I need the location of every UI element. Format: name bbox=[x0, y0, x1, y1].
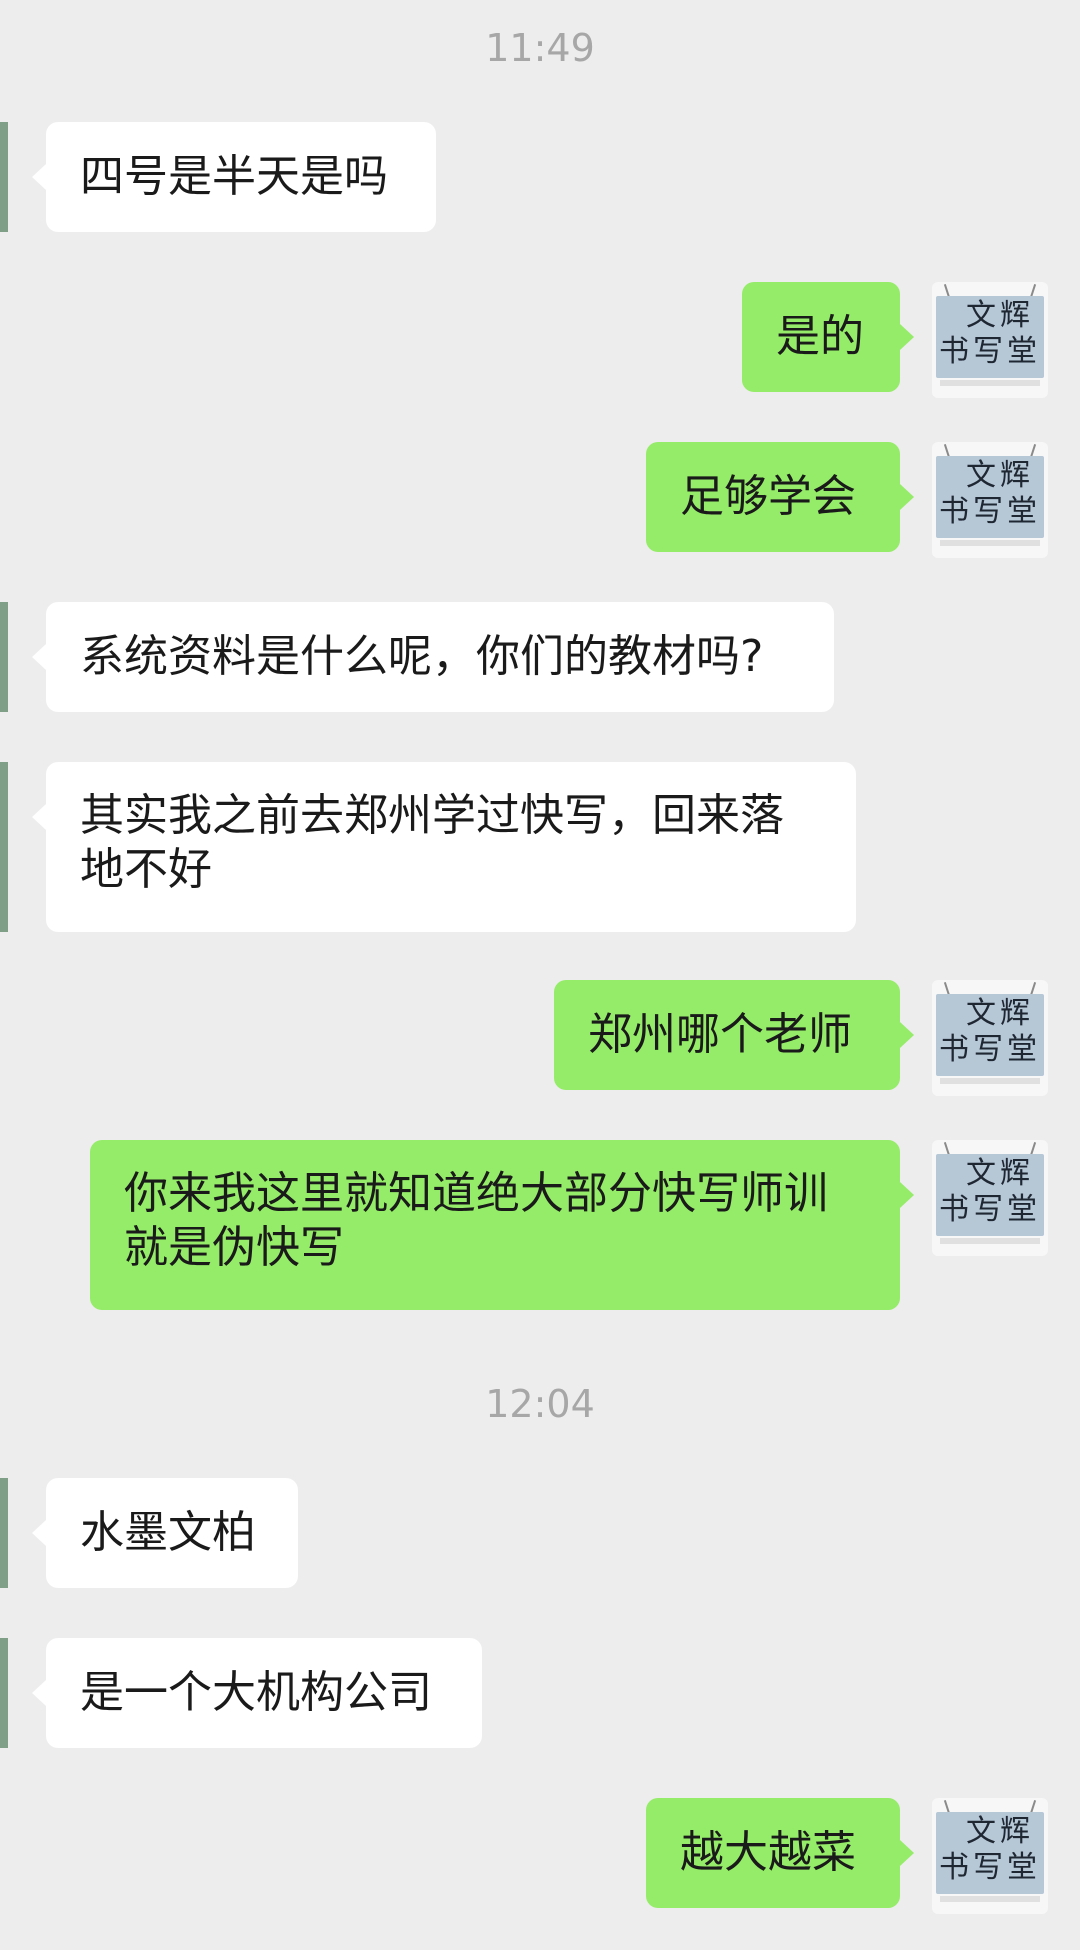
avatar-text-line1: 文辉 bbox=[966, 1156, 1034, 1191]
avatar-text-line1: 文辉 bbox=[966, 996, 1034, 1031]
avatar-stand bbox=[940, 1896, 1040, 1902]
message-bubble-outgoing[interactable]: 越大越菜 bbox=[646, 1798, 914, 1908]
message-bubble-outgoing[interactable]: 郑州哪个老师 bbox=[554, 980, 914, 1090]
avatar-text-line2: 书写堂 bbox=[939, 1032, 1041, 1067]
edge-strip bbox=[0, 122, 8, 232]
message-bubble-incoming[interactable]: 系统资料是什么呢，你们的教材吗? bbox=[32, 602, 834, 712]
avatar-text-line2: 书写堂 bbox=[939, 494, 1041, 529]
avatar[interactable]: 文辉 书写堂 bbox=[932, 282, 1048, 398]
edge-strip bbox=[0, 762, 8, 932]
avatar-stand bbox=[940, 1238, 1040, 1244]
avatar[interactable]: 文辉 书写堂 bbox=[932, 1140, 1048, 1256]
timestamp: 11:49 bbox=[485, 26, 595, 70]
chat-message-list[interactable]: 11:49 四号是半天是吗 是的 文辉 书写堂 足够学会 文辉 书写堂 系统资料… bbox=[0, 0, 1080, 1950]
avatar-text-line1: 文辉 bbox=[966, 298, 1034, 333]
message-bubble-outgoing[interactable]: 是的 bbox=[742, 282, 914, 392]
avatar[interactable]: 文辉 书写堂 bbox=[932, 1798, 1048, 1914]
timestamp: 12:04 bbox=[485, 1382, 595, 1426]
edge-strip bbox=[0, 602, 8, 712]
edge-strip bbox=[0, 1638, 8, 1748]
avatar-text-line2: 书写堂 bbox=[939, 1850, 1041, 1885]
avatar-text-line2: 书写堂 bbox=[939, 334, 1041, 369]
message-bubble-incoming[interactable]: 是一个大机构公司 bbox=[32, 1638, 482, 1748]
avatar-text-line2: 书写堂 bbox=[939, 1192, 1041, 1227]
avatar[interactable]: 文辉 书写堂 bbox=[932, 442, 1048, 558]
avatar-stand bbox=[940, 1078, 1040, 1084]
edge-strip bbox=[0, 1478, 8, 1588]
avatar[interactable]: 文辉 书写堂 bbox=[932, 980, 1048, 1096]
avatar-text-line1: 文辉 bbox=[966, 1814, 1034, 1849]
message-bubble-outgoing[interactable]: 足够学会 bbox=[646, 442, 914, 552]
message-bubble-incoming[interactable]: 其实我之前去郑州学过快写，回来落 地不好 bbox=[32, 762, 856, 932]
message-bubble-outgoing[interactable]: 你来我这里就知道绝大部分快写师训 就是伪快写 bbox=[90, 1140, 914, 1310]
avatar-stand bbox=[940, 540, 1040, 546]
message-bubble-incoming[interactable]: 水墨文柏 bbox=[32, 1478, 298, 1588]
message-bubble-incoming[interactable]: 四号是半天是吗 bbox=[32, 122, 436, 232]
avatar-stand bbox=[940, 380, 1040, 386]
avatar-text-line1: 文辉 bbox=[966, 458, 1034, 493]
